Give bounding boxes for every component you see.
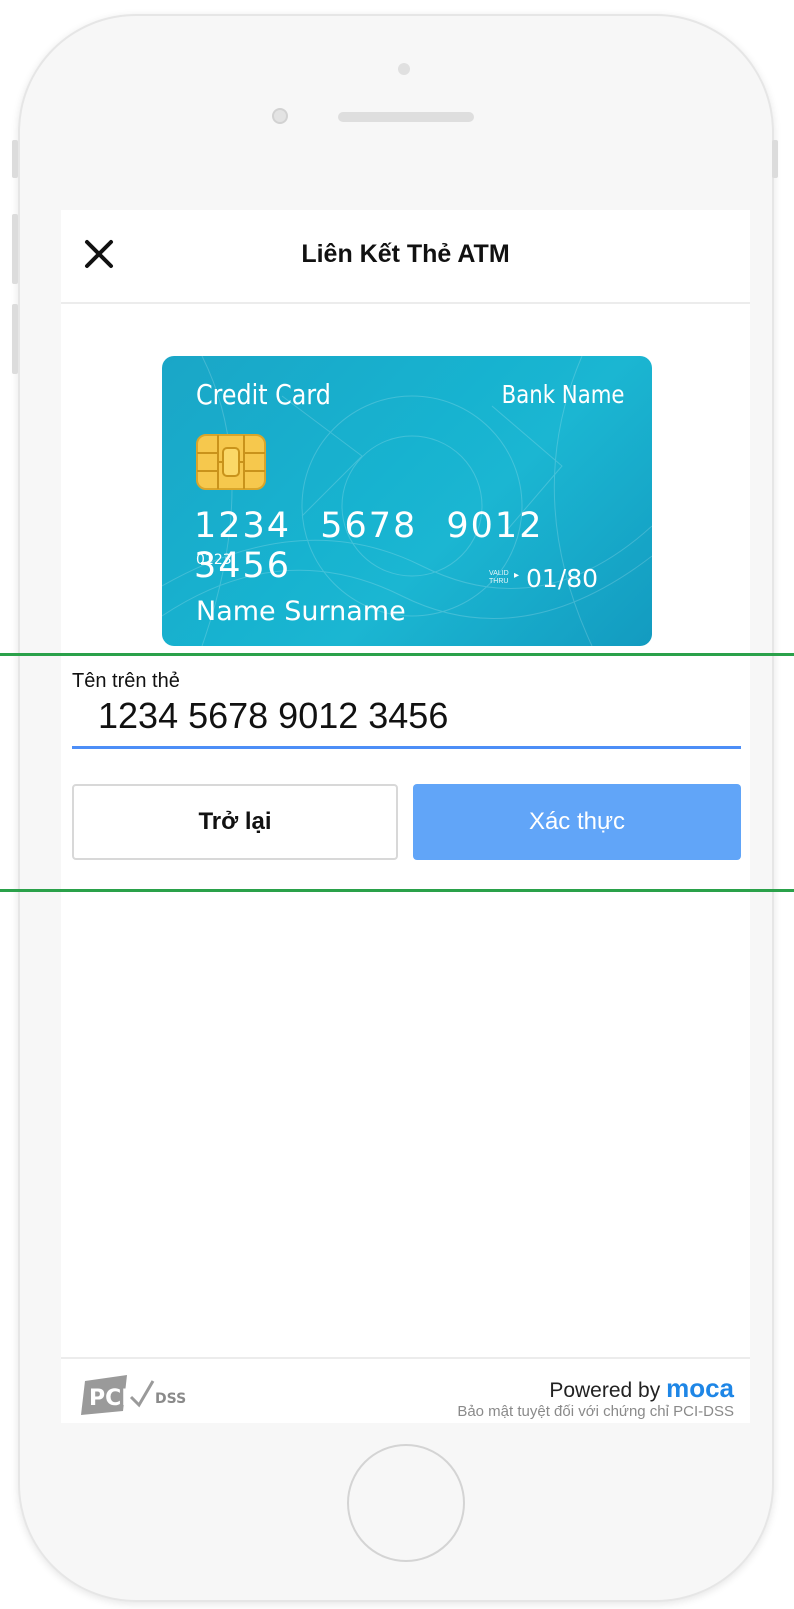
moca-brand: moca bbox=[666, 1373, 734, 1403]
volume-down-button bbox=[12, 304, 18, 374]
field-label: Tên trên thẻ bbox=[72, 670, 180, 692]
card-type-label: Credit Card bbox=[196, 378, 331, 411]
card-expiry: 01/80 bbox=[526, 564, 599, 593]
valid-thru-label: VALID THRU bbox=[489, 570, 509, 586]
card-name-input[interactable] bbox=[72, 692, 741, 740]
security-note: Bảo mật tuyệt đối với chứng chỉ PCI-DSS bbox=[457, 1403, 734, 1420]
valid-arrow-icon: ▸ bbox=[514, 570, 520, 581]
svg-text:DSS: DSS bbox=[155, 1391, 186, 1407]
home-button[interactable] bbox=[347, 1444, 465, 1562]
top-bar: Liên Kết Thẻ ATM bbox=[61, 210, 750, 304]
front-camera-icon bbox=[272, 108, 288, 124]
footer: PCI DSS Powered by moca Bảo mật tuyệt đố… bbox=[61, 1357, 750, 1423]
svg-text:PCI: PCI bbox=[89, 1386, 129, 1411]
card-small-number: 0123 bbox=[196, 552, 232, 568]
chip-icon bbox=[196, 434, 266, 490]
valid-thru-line1: VALID bbox=[489, 570, 509, 577]
back-button[interactable]: Trở lại bbox=[72, 784, 398, 860]
input-underline bbox=[72, 746, 741, 749]
pci-dss-logo: PCI DSS bbox=[81, 1375, 186, 1415]
powered-prefix: Powered by bbox=[549, 1379, 661, 1402]
guide-line-top bbox=[0, 653, 794, 656]
card-holder-name: Name Surname bbox=[196, 596, 406, 627]
proximity-sensor bbox=[398, 63, 410, 75]
guide-line-bottom bbox=[0, 889, 794, 892]
volume-up-button bbox=[12, 214, 18, 284]
card-preview: Credit Card Bank Name 1234 5678 9012 345… bbox=[162, 356, 652, 646]
verify-button[interactable]: Xác thực bbox=[413, 784, 741, 860]
valid-thru-line2: THRU bbox=[489, 578, 509, 585]
side-button bbox=[12, 140, 18, 178]
page-title: Liên Kết Thẻ ATM bbox=[301, 240, 510, 268]
powered-by: Powered by moca bbox=[549, 1373, 734, 1404]
card-bank-label: Bank Name bbox=[501, 380, 624, 409]
power-button bbox=[772, 140, 778, 178]
earpiece-speaker bbox=[338, 112, 474, 122]
